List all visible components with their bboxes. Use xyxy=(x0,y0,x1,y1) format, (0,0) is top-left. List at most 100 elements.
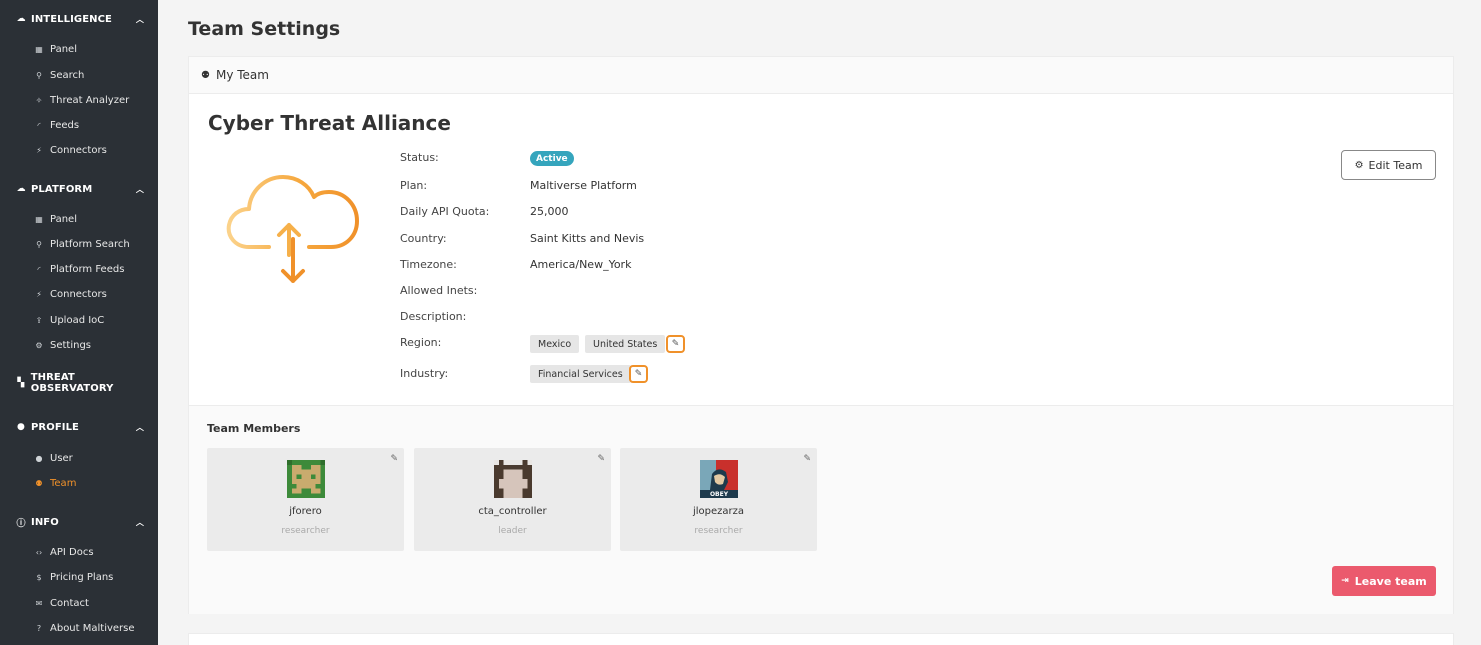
edit-team-button[interactable]: ⚙ Edit Team xyxy=(1341,150,1436,180)
pencil-icon[interactable]: ✎ xyxy=(597,454,605,464)
sidebar-section-label: INTELLIGENCE xyxy=(31,13,112,25)
sidebar-item-label: Connectors xyxy=(50,288,107,300)
plan-value: Maltiverse Platform xyxy=(530,179,637,192)
sidebar-section-label: PLATFORM xyxy=(31,183,93,195)
sidebar-item-label: Search xyxy=(50,69,85,81)
chevron-up-icon: ︿ xyxy=(135,184,144,194)
edit-icon: ✎ xyxy=(671,339,680,349)
sidebar-item-team[interactable]: ⚉ Team xyxy=(0,472,158,494)
member-name: cta_controller xyxy=(478,506,547,517)
leave-team-button[interactable]: ⇥ Leave team xyxy=(1332,566,1436,596)
cloud-icon: ☁ xyxy=(16,14,26,24)
plan-label: Plan: xyxy=(400,179,428,192)
sidebar-item-user[interactable]: ● User xyxy=(0,447,158,469)
page-title: Team Settings xyxy=(188,18,341,40)
sidebar-item-panel[interactable]: ▦ Panel xyxy=(0,38,158,60)
sidebar-item-label: About Maltiverse xyxy=(50,622,135,634)
member-card[interactable]: ✎ OBEY jlopezarza researcher xyxy=(620,448,817,551)
member-role: leader xyxy=(498,526,527,536)
sidebar-section-threat-observatory[interactable]: ▚ THREAT OBSERVATORY xyxy=(0,371,158,395)
sidebar-item-connectors[interactable]: ⚡ Connectors xyxy=(0,139,158,161)
allowed-inets-label: Allowed Inets: xyxy=(400,284,478,297)
sidebar-item-label: User xyxy=(50,452,73,464)
sidebar-section-info[interactable]: ⓘ INFO ︿ xyxy=(0,510,158,534)
sign-out-icon: ⇥ xyxy=(1341,576,1349,586)
sidebar-section-label: PROFILE xyxy=(31,421,79,433)
sidebar-item-platform-panel[interactable]: ▦ Panel xyxy=(0,208,158,230)
info-icon: ⓘ xyxy=(16,518,26,529)
region-tag: United States xyxy=(585,335,666,353)
sidebar-section-label: THREAT OBSERVATORY xyxy=(30,372,114,394)
quota-label: Daily API Quota: xyxy=(400,205,490,218)
gear-icon: ⚙ xyxy=(1354,159,1364,171)
upload-icon: ⇪ xyxy=(35,315,43,325)
search-icon: ⚲ xyxy=(36,239,42,249)
users-icon: ⚉ xyxy=(35,478,43,488)
search-icon: ⚲ xyxy=(36,70,42,80)
sidebar-section-platform[interactable]: ☁ PLATFORM ︿ xyxy=(0,177,158,201)
member-role: researcher xyxy=(281,526,330,536)
plug-icon: ⚡ xyxy=(36,145,42,155)
description-label: Description: xyxy=(400,310,467,323)
sidebar-item-about[interactable]: ? About Maltiverse xyxy=(0,617,158,639)
sidebar-item-label: Panel xyxy=(50,43,77,55)
sidebar-section-profile[interactable]: ● PROFILE ︿ xyxy=(0,415,158,439)
user-icon: ● xyxy=(17,422,25,432)
sidebar-item-upload-ioc[interactable]: ⇪ Upload IoC xyxy=(0,309,158,331)
leave-team-label: Leave team xyxy=(1354,574,1427,588)
cloud-icon: ☁ xyxy=(16,184,26,194)
member-card[interactable]: ✎ cta_controller leader xyxy=(414,448,611,551)
edit-region-button[interactable]: ✎ xyxy=(666,335,685,353)
sidebar-item-contact[interactable]: ✉ Contact xyxy=(0,592,158,614)
region-tag: Mexico xyxy=(530,335,580,353)
sidebar-item-feeds[interactable]: ◜ Feeds xyxy=(0,114,158,136)
member-name: jforero xyxy=(289,506,322,517)
panel-header-label: My Team xyxy=(215,68,269,82)
next-panel xyxy=(188,633,1454,645)
member-role: researcher xyxy=(694,526,743,536)
binoculars-icon: ▚ xyxy=(17,378,25,388)
sidebar-section-intelligence[interactable]: ☁ INTELLIGENCE ︿ xyxy=(0,7,158,31)
avatar: OBEY xyxy=(700,460,738,498)
sidebar-item-search[interactable]: ⚲ Search xyxy=(0,64,158,86)
users-icon: ⚉ xyxy=(201,69,210,81)
sidebar-item-api-docs[interactable]: ‹› API Docs xyxy=(0,541,158,563)
member-name: jlopezarza xyxy=(692,506,745,517)
sidebar-item-label: Team xyxy=(50,477,77,489)
edit-industry-button[interactable]: ✎ xyxy=(629,365,648,383)
sidebar-item-label: Pricing Plans xyxy=(50,571,114,583)
avatar xyxy=(287,460,325,498)
sparkle-icon: ✧ xyxy=(35,95,43,105)
team-panel: ⚉ My Team Cyber Threat Alliance Status: … xyxy=(188,56,1454,614)
sidebar-item-platform-search[interactable]: ⚲ Platform Search xyxy=(0,233,158,255)
plug-icon: ⚡ xyxy=(36,289,42,299)
region-label: Region: xyxy=(400,336,442,349)
chevron-up-icon: ︿ xyxy=(135,14,144,24)
sidebar-item-pricing-plans[interactable]: $ Pricing Plans xyxy=(0,566,158,588)
sidebar-item-label: Contact xyxy=(50,597,89,609)
sidebar-item-label: Platform Feeds xyxy=(50,263,125,275)
envelope-icon: ✉ xyxy=(35,598,43,608)
sidebar-item-settings[interactable]: ⚙ Settings xyxy=(0,334,158,356)
team-members-section: Team Members ✎ jforero researcher ✎ cta_… xyxy=(189,405,1453,614)
chevron-up-icon: ︿ xyxy=(135,422,144,432)
avatar xyxy=(494,460,532,498)
team-members-title: Team Members xyxy=(207,422,301,435)
member-card[interactable]: ✎ jforero researcher xyxy=(207,448,404,551)
sidebar-item-platform-feeds[interactable]: ◜ Platform Feeds xyxy=(0,258,158,280)
grid-icon: ▦ xyxy=(35,44,43,54)
sidebar: ☁ INTELLIGENCE ︿ ▦ Panel ⚲ Search ✧ Threat … xyxy=(0,0,158,645)
rss-icon: ◜ xyxy=(37,264,41,274)
sidebar-item-label: Panel xyxy=(50,213,77,225)
gears-icon: ⚙ xyxy=(35,340,43,350)
dollar-icon: $ xyxy=(36,572,42,582)
pencil-icon[interactable]: ✎ xyxy=(803,454,811,464)
pencil-icon[interactable]: ✎ xyxy=(390,454,398,464)
sidebar-item-threat-analyzer[interactable]: ✧ Threat Analyzer xyxy=(0,89,158,111)
sidebar-item-label: Upload IoC xyxy=(50,314,105,326)
edit-team-label: Edit Team xyxy=(1368,158,1423,172)
code-icon: ‹› xyxy=(35,547,43,557)
sidebar-item-platform-connectors[interactable]: ⚡ Connectors xyxy=(0,283,158,305)
timezone-label: Timezone: xyxy=(400,258,457,271)
question-icon: ? xyxy=(36,623,42,633)
